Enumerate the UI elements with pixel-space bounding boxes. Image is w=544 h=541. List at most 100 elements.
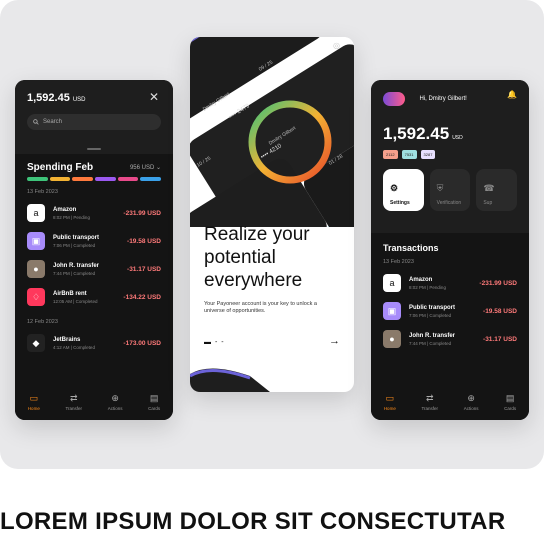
spending-segment — [95, 177, 116, 181]
account-chips: 2112 7531 3287 — [383, 150, 517, 159]
airbnb-icon: ♢ — [27, 288, 45, 306]
transaction-meta: 7:44 PM | Completed — [53, 270, 96, 276]
nav-item-transfer[interactable]: ⇄ Transfer — [65, 393, 82, 411]
transaction-row[interactable]: ● John R. transfer 7:44 PM | Completed -31.… — [15, 255, 173, 283]
onboarding-headline: Realize your potential everywhere — [204, 224, 310, 291]
account-chip[interactable]: 2112 — [383, 150, 398, 159]
jetbrains-icon: ◆ — [27, 334, 45, 352]
transaction-amount: -19.58 USD — [127, 237, 161, 245]
transaction-name: JetBrains — [53, 336, 81, 343]
search-placeholder: Search — [43, 119, 63, 125]
transaction-amount: -173.00 USD — [123, 339, 161, 347]
nav-label: Home — [27, 406, 40, 411]
avatar-icon: ● — [27, 260, 45, 278]
nav-item-cards[interactable]: ▤ Cards — [148, 393, 160, 411]
transaction-info: Amazon 8:02 PM | Pending — [409, 277, 479, 290]
transaction-name: John R. transfer — [53, 262, 100, 269]
transaction-meta: 8:02 PM | Pending — [53, 214, 90, 220]
spending-segment — [72, 177, 94, 181]
transaction-row[interactable]: ● John R. transfer 7:44 PM | Completed -31.… — [371, 325, 529, 353]
chevron-down-icon: ⌄ — [155, 165, 161, 171]
transaction-info: Amazon 8:02 PM | Pending — [53, 207, 123, 220]
phone-onboarding: Dmitry Gilbert •••• 2479 09 / 25 Dmitry … — [190, 37, 354, 392]
close-icon[interactable]: ✕ — [149, 90, 159, 104]
transaction-info: JetBrains 4:12 AM | Completed — [53, 337, 123, 350]
bottom-nav: ▭ Home ⇄ Transfer ⊕ Actions ▤ Cards — [371, 384, 529, 420]
transaction-meta: 7:44 PM | Completed — [409, 340, 452, 346]
date-header: 13 Feb 2023 — [27, 189, 58, 195]
page-indicator[interactable]: ▬ - - — [204, 339, 225, 346]
transaction-row[interactable]: ♢ AirBnB rent 12:05 AM | Completed -134.22 … — [15, 283, 173, 311]
search-input[interactable]: Search — [27, 114, 161, 130]
nav-item-actions[interactable]: ⊕ Actions — [108, 393, 123, 411]
nav-label: Actions — [107, 406, 123, 411]
spending-segment — [27, 177, 48, 181]
spending-header[interactable]: Spending Feb 956 USD ⌄ — [15, 154, 173, 177]
transaction-name: Amazon — [53, 206, 77, 213]
transaction-name: Public transport — [53, 234, 100, 241]
transaction-meta: 7:06 PM | Completed — [53, 242, 96, 248]
phone-spending: 1,592.45 USD ✕ Search Spending Feb 956 US… — [15, 80, 173, 420]
spending-title: Spending Feb — [27, 162, 94, 173]
bus-icon: ▣ — [27, 232, 45, 250]
nav-item-transfer[interactable]: ⇄ Transfer — [421, 393, 438, 411]
nav-item-home[interactable]: ▭ Home — [28, 393, 40, 411]
nav-item-actions[interactable]: ⊕ Actions — [464, 393, 479, 411]
tile-settings[interactable]: ⚙ Settings — [383, 169, 424, 211]
transaction-row[interactable]: a Amazon 8:02 PM | Pending -231.99 USD — [371, 269, 529, 297]
nav-item-cards[interactable]: ▤ Cards — [504, 393, 516, 411]
transfer-icon: ⇄ — [69, 393, 78, 403]
search-icon — [33, 119, 39, 125]
nav-label: Home — [383, 406, 396, 411]
home-icon: ▭ — [29, 393, 39, 403]
action-tiles: ⚙ Settings ⛨ Verification ☎ Sup — [383, 169, 518, 211]
transaction-info: John R. transfer 7:44 PM | Completed — [409, 333, 483, 346]
spending-segment — [49, 177, 71, 181]
spending-amount: 956 USD ⌄ — [129, 165, 161, 171]
transaction-info: Public transport 7:06 PM | Completed — [409, 305, 483, 318]
nav-item-home[interactable]: ▭ Home — [384, 393, 396, 411]
support-icon: ☎ — [483, 183, 495, 193]
avatar-icon: ● — [383, 330, 401, 348]
transaction-row[interactable]: ◆ JetBrains 4:12 AM | Completed -173.00 USD — [15, 329, 173, 357]
bottom-nav: ▭ Home ⇄ Transfer ⊕ Actions ▤ Cards — [15, 384, 173, 420]
avatar[interactable] — [383, 91, 405, 106]
tile-verification[interactable]: ⛨ Verification — [429, 169, 471, 211]
amazon-icon: a — [383, 274, 401, 292]
transaction-meta: 12:05 AM | Completed — [53, 298, 98, 304]
phone-home: Hi, Dmitry Gilbert! 🔔 1,592.45 USD 2112 75… — [371, 80, 529, 420]
transaction-row[interactable]: ▣ Public transport 7:06 PM | Completed -19.… — [15, 227, 173, 255]
transaction-row[interactable]: a Amazon 8:02 PM | Pending -231.99 USD — [15, 199, 173, 227]
notification-icon[interactable]: 🔔 — [507, 90, 517, 99]
transaction-meta: 8:02 PM | Pending — [409, 284, 446, 290]
balance: 1,592.45 USD — [383, 124, 463, 143]
amazon-icon: a — [27, 204, 45, 222]
next-arrow-icon[interactable]: → — [329, 335, 340, 347]
fingerprint-icon: ◎ — [333, 41, 340, 50]
transaction-amount: -31.17 USD — [127, 265, 161, 273]
sliders-icon: ⚙ — [390, 183, 399, 193]
nav-label: Transfer — [65, 406, 83, 411]
transaction-name: Public transport — [409, 304, 456, 311]
card-stack: Dmitry Gilbert •••• 2479 09 / 25 Dmitry … — [190, 37, 354, 227]
home-header: Hi, Dmitry Gilbert! 🔔 1,592.45 USD 2112 75… — [371, 80, 529, 233]
transaction-amount: -231.99 USD — [123, 209, 161, 217]
balance: 1,592.45 USD — [27, 92, 86, 104]
transaction-amount: -19.58 USD — [483, 307, 517, 315]
tile-label: Settings — [390, 200, 410, 206]
transaction-name: AirBnB rent — [53, 290, 87, 297]
transaction-meta: 4:12 AM | Completed — [53, 344, 95, 350]
bus-icon: ▣ — [383, 302, 401, 320]
account-chip[interactable]: 7531 — [401, 150, 417, 159]
transaction-name: John R. transfer — [409, 332, 456, 339]
date-header: 12 Feb 2023 — [27, 319, 58, 325]
drag-handle[interactable] — [87, 148, 101, 150]
account-chip[interactable]: 3287 — [420, 150, 436, 159]
spending-segment — [117, 177, 139, 181]
tile-sup[interactable]: ☎ Sup — [476, 169, 518, 211]
tile-label: Verification — [436, 200, 462, 206]
transaction-info: Public transport 7:06 PM | Completed — [53, 235, 127, 248]
transaction-row[interactable]: ▣ Public transport 7:06 PM | Completed -19.… — [371, 297, 529, 325]
nav-label: Cards — [504, 406, 517, 411]
transaction-amount: -134.22 USD — [123, 293, 161, 301]
